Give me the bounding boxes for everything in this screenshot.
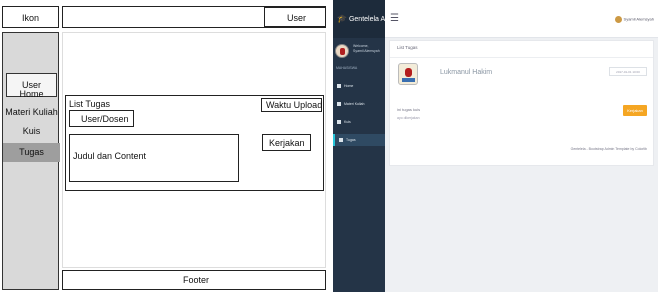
wireframe-footer: Footer xyxy=(62,270,326,290)
header-bar: User xyxy=(62,6,326,28)
home-icon xyxy=(337,84,341,89)
upload-time: 2017-01-01 10:00 xyxy=(609,67,647,76)
sidebar-avatar xyxy=(335,44,349,58)
lecturer-name: Lukmanul Hakim xyxy=(440,69,493,76)
nav-label: Tugas xyxy=(346,138,356,142)
panel-title: List Tugas xyxy=(397,45,418,50)
top-user-name: Syamil Alemsyah xyxy=(623,16,654,22)
sidebar-item-materi-kuliah[interactable]: Materi Kuliah xyxy=(3,107,60,117)
nav-item-tugas[interactable]: Tugas xyxy=(333,134,385,146)
sidebar-role: MAHASISWA xyxy=(336,66,358,70)
nav-label: Materi Kuliah xyxy=(344,102,365,106)
nav-item-materi-kuliah[interactable]: Materi Kuliah xyxy=(333,98,385,110)
title-content-label: Judul dan Content xyxy=(73,151,147,161)
lecturer-label: User/Dosen xyxy=(81,114,129,124)
task-icon xyxy=(339,138,343,143)
sidebar-username: Syamil Alemsyah xyxy=(353,49,380,53)
wireframe-main: List Tugas User/Dosen Waktu Upload Kerja… xyxy=(62,32,326,268)
task-list-label: List Tugas xyxy=(69,99,111,109)
upload-time-box: Waktu Upload xyxy=(261,98,322,112)
user-avatar-icon xyxy=(614,16,622,23)
task-list-box: List Tugas User/Dosen Waktu Upload Kerja… xyxy=(65,95,324,191)
nav-item-home[interactable]: Home xyxy=(333,80,385,92)
wireframe-sidebar: User Home Materi Kuliah Kuis Tugas xyxy=(2,32,60,290)
app-screenshot: 🎓 Gentelela Alela! Welcome, Syamil Alemsy… xyxy=(333,0,658,292)
lecturer-box: User/Dosen xyxy=(69,110,134,127)
edit-icon xyxy=(337,120,341,125)
brand[interactable]: 🎓 Gentelela Alela! xyxy=(333,0,398,38)
app-sidebar: 🎓 Gentelela Alela! Welcome, Syamil Alemsy… xyxy=(333,0,398,292)
title-content-box: Judul dan Content xyxy=(69,134,239,182)
task-content: ayo dikerjakan xyxy=(397,116,420,120)
menu-toggle-icon[interactable]: ☰ xyxy=(390,13,399,24)
header-user-box[interactable]: User xyxy=(264,7,326,27)
logo-label: Ikon xyxy=(22,13,40,23)
book-icon xyxy=(337,102,341,107)
wireframe-mockup: Ikon User User Home Materi Kuliah Kuis T… xyxy=(0,0,330,292)
graduation-cap-icon: 🎓 xyxy=(337,14,347,23)
footer-label: Footer xyxy=(183,275,210,285)
sidebar-welcome: Welcome, Syamil Alemsyah xyxy=(353,44,380,54)
nav-label: Kuis xyxy=(344,120,351,124)
sidebar-item-home[interactable]: Home xyxy=(3,89,60,99)
work-button-label: Kerjakan xyxy=(269,138,305,148)
footer-credit: Gentelela - Bootstrap Admin Template by … xyxy=(570,147,647,151)
panel-divider xyxy=(390,57,653,58)
app-topbar: ☰ Syamil Alemsyah xyxy=(385,0,658,38)
lecturer-avatar xyxy=(398,63,418,85)
sidebar-item-tugas[interactable]: Tugas xyxy=(3,143,60,162)
logo-box: Ikon xyxy=(2,6,59,28)
header-user-label: User xyxy=(287,13,307,23)
task-panel: List Tugas Lukmanul Hakim 2017-01-01 10:… xyxy=(389,40,654,166)
task-title: ini tugas kuis xyxy=(397,107,421,112)
work-button[interactable]: Kerjakan xyxy=(262,134,311,151)
sidebar-item-kuis[interactable]: Kuis xyxy=(3,126,60,136)
kerjakan-button[interactable]: Kerjakan xyxy=(623,105,647,116)
nav-item-kuis[interactable]: Kuis xyxy=(333,116,385,128)
nav-label: Home xyxy=(344,84,354,88)
top-user-menu[interactable]: Syamil Alemsyah xyxy=(614,16,654,23)
upload-time-label: Waktu Upload xyxy=(266,100,323,110)
